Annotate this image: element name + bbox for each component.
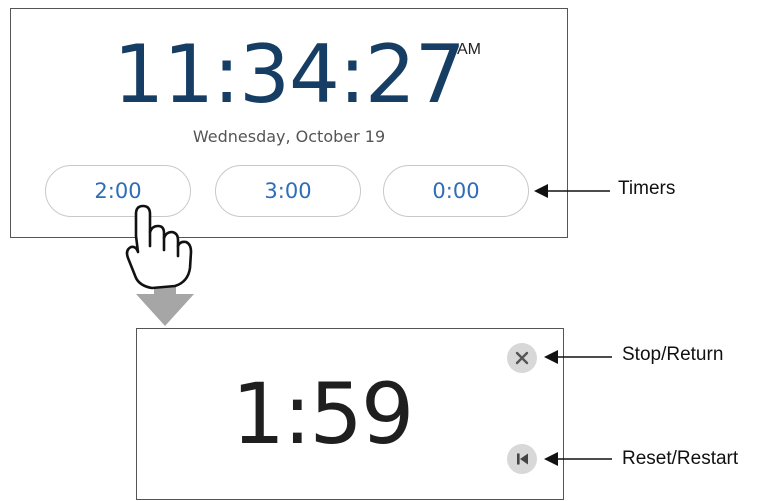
callout-label-timers: Timers — [618, 178, 676, 199]
callout-arrow-stop — [544, 350, 612, 364]
annotation-overlay — [125, 184, 612, 466]
callout-label-stop: Stop/Return — [622, 344, 724, 365]
callout-arrow-reset — [544, 452, 612, 466]
callout-label-reset: Reset/Restart — [622, 448, 739, 469]
callout-arrow-timers — [534, 184, 610, 198]
pointing-hand-icon — [125, 204, 193, 290]
